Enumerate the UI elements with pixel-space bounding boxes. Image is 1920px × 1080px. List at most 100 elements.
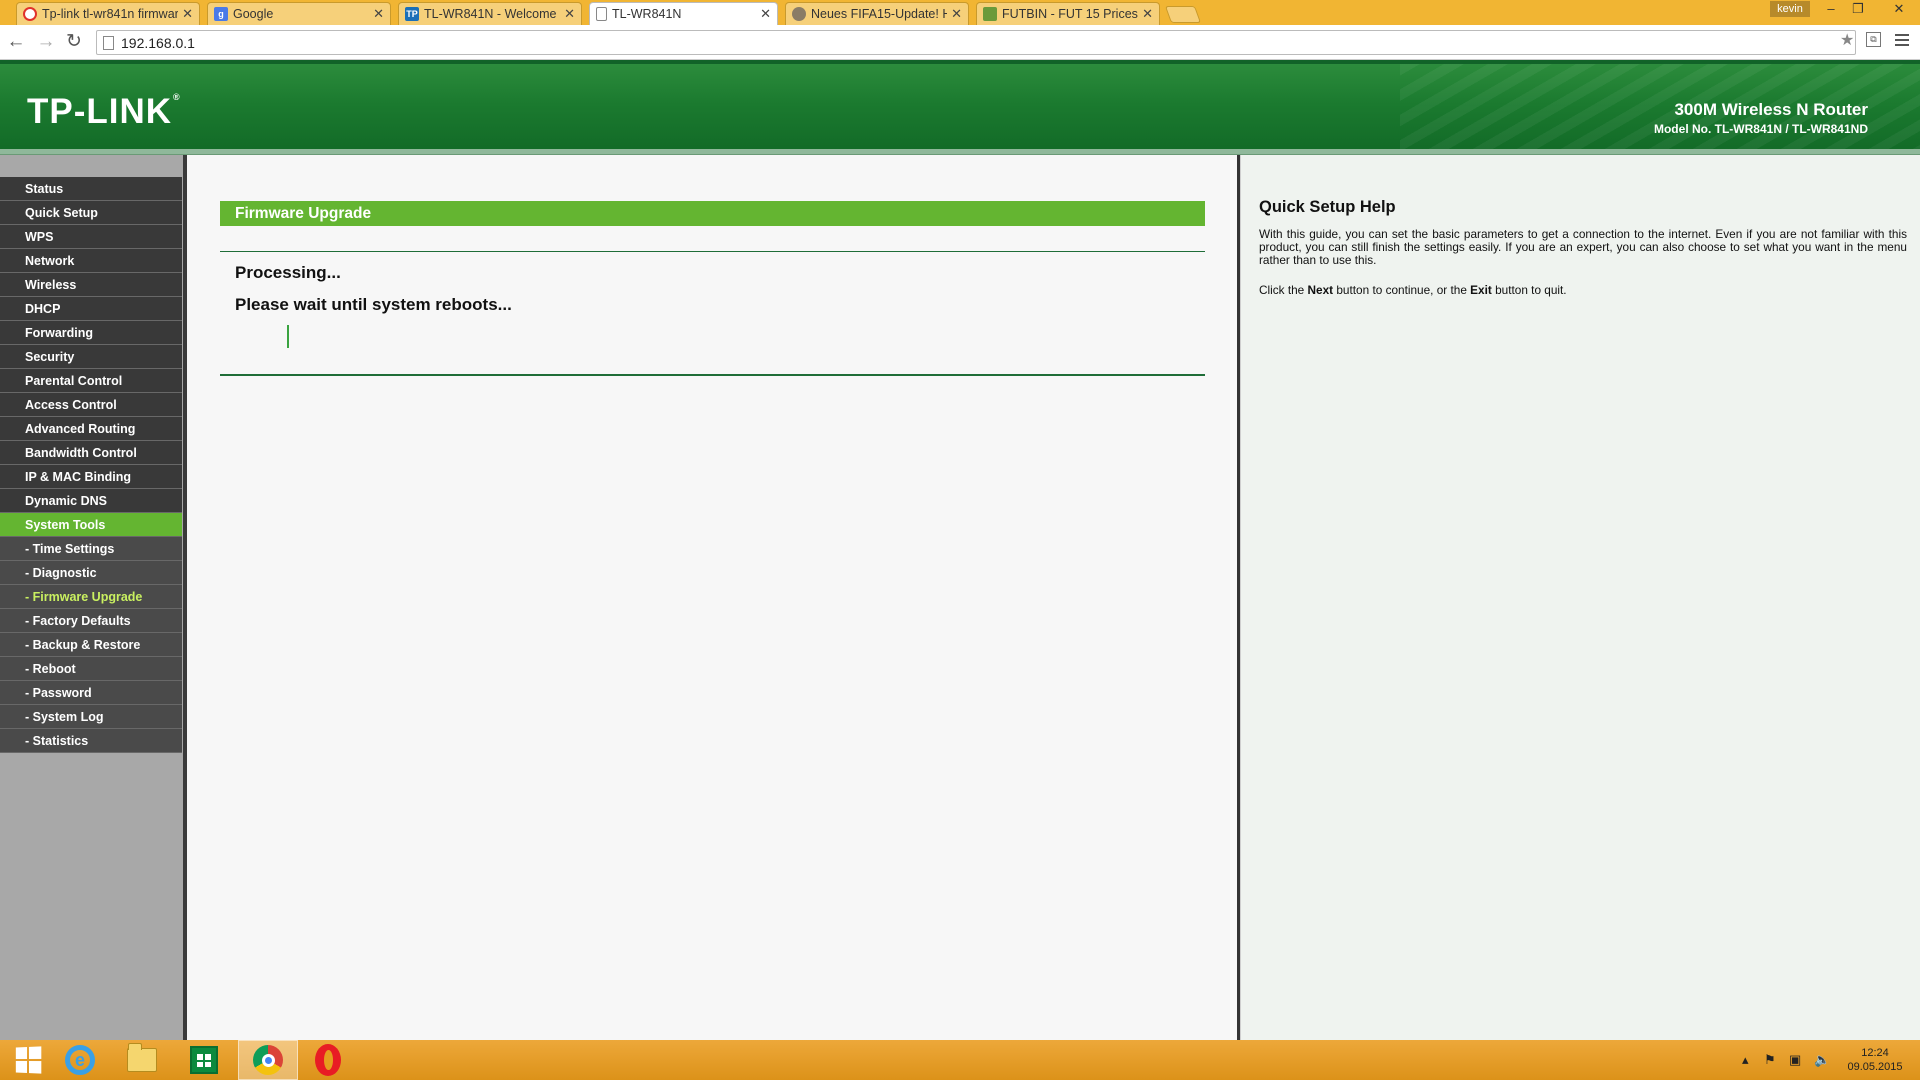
volume-icon[interactable]: 🔈 xyxy=(1814,1040,1830,1080)
help-title: Quick Setup Help xyxy=(1259,198,1396,216)
next-keyword: Next xyxy=(1307,283,1334,297)
tab-fifa-update[interactable]: Neues FIFA15-Update! He ✕ xyxy=(785,2,969,25)
close-tab-icon[interactable]: ✕ xyxy=(182,6,193,22)
router-header: TP-LINK® 300M Wireless N Router Model No… xyxy=(0,60,1920,157)
restore-button[interactable]: ❐ xyxy=(1845,0,1871,18)
main-menu: Status Quick Setup WPS Network Wireless DHCP F… xyxy=(0,177,182,753)
tab-google[interactable]: g Google ✕ xyxy=(207,2,391,25)
tab-tplink-welcome[interactable]: TP TL-WR841N - Welcome to ✕ xyxy=(398,2,582,25)
menu-item-forwarding[interactable]: Forwarding xyxy=(0,321,182,345)
menu-item-statistics[interactable]: - Statistics xyxy=(0,729,182,753)
reload-button[interactable]: ↻ xyxy=(63,31,85,53)
chrome-icon xyxy=(253,1045,283,1075)
divider xyxy=(220,374,1205,376)
menu-item-bandwidth-control[interactable]: Bandwidth Control xyxy=(0,441,182,465)
exit-keyword: Exit xyxy=(1470,283,1492,297)
globe-icon xyxy=(792,7,806,21)
upgrade-progress-bar xyxy=(287,325,289,348)
close-tab-icon[interactable]: ✕ xyxy=(951,6,962,22)
clock-date: 09.05.2015 xyxy=(1847,1061,1903,1073)
product-name: 300M Wireless N Router xyxy=(1674,100,1868,119)
tplink-logo: TP-LINK® xyxy=(27,92,181,131)
model-number: Model No. TL-WR841N / TL-WR841ND xyxy=(1653,122,1868,136)
menu-item-quick-setup[interactable]: Quick Setup xyxy=(0,201,182,225)
help-panel: Quick Setup Help With this guide, you ca… xyxy=(1240,155,1920,1040)
help-instructions: Click the Next button to continue, or th… xyxy=(1259,283,1567,297)
tab-title: TL-WR841N xyxy=(612,7,682,21)
close-tab-icon[interactable]: ✕ xyxy=(1142,6,1153,22)
network-icon[interactable]: ▣ xyxy=(1789,1040,1801,1080)
menu-item-wps[interactable]: WPS xyxy=(0,225,182,249)
bookmark-star-icon[interactable]: ★ xyxy=(1840,30,1854,50)
menu-item-password[interactable]: - Password xyxy=(0,681,182,705)
address-bar[interactable]: 192.168.0.1 xyxy=(96,30,1856,55)
folder-icon xyxy=(127,1043,157,1072)
action-center-flag-icon[interactable]: ⚑ xyxy=(1764,1040,1776,1080)
opera-button[interactable] xyxy=(300,1040,356,1080)
menu-item-diagnostic[interactable]: - Diagnostic xyxy=(0,561,182,585)
menu-item-access-control[interactable]: Access Control xyxy=(0,393,182,417)
tab-title: Tp-link tl-wr841n firmware xyxy=(42,7,179,21)
page-icon xyxy=(596,7,607,21)
windows-store-button[interactable] xyxy=(176,1040,232,1080)
url-text[interactable]: 192.168.0.1 xyxy=(121,35,195,51)
tab-title: FUTBIN - FUT 15 Prices | F xyxy=(1002,7,1138,21)
menu-item-wireless[interactable]: Wireless xyxy=(0,273,182,297)
minimize-button[interactable]: – xyxy=(1818,0,1844,18)
tab-title: Google xyxy=(233,7,274,21)
menu-item-status[interactable]: Status xyxy=(0,177,182,201)
tab-title: TL-WR841N - Welcome to xyxy=(424,7,561,21)
google-icon: g xyxy=(214,7,228,21)
new-tab-button[interactable] xyxy=(1164,6,1202,23)
menu-item-time-settings[interactable]: - Time Settings xyxy=(0,537,182,561)
windows-logo-icon xyxy=(15,1046,42,1074)
opera-icon xyxy=(315,1044,341,1076)
internet-explorer-icon: e xyxy=(65,1045,95,1075)
back-button[interactable]: ← xyxy=(5,31,27,53)
tplink-icon: TP xyxy=(405,7,419,21)
menu-item-dynamic-dns[interactable]: Dynamic DNS xyxy=(0,489,182,513)
close-tab-icon[interactable]: ✕ xyxy=(760,6,771,22)
main-content: Firmware Upgrade Processing... Please wa… xyxy=(187,155,1240,1040)
close-tab-icon[interactable]: ✕ xyxy=(373,6,384,22)
menu-item-security[interactable]: Security xyxy=(0,345,182,369)
menu-item-backup-and-restore[interactable]: - Backup & Restore xyxy=(0,633,182,657)
menu-item-factory-defaults[interactable]: - Factory Defaults xyxy=(0,609,182,633)
chrome-button[interactable] xyxy=(238,1040,298,1080)
opera-icon xyxy=(23,7,37,21)
menu-item-ip-and-mac-binding[interactable]: IP & MAC Binding xyxy=(0,465,182,489)
menu-item-dhcp[interactable]: DHCP xyxy=(0,297,182,321)
browser-tab-strip: Tp-link tl-wr841n firmware ✕ g Google ✕ … xyxy=(0,0,1920,25)
menu-item-system-log[interactable]: - System Log xyxy=(0,705,182,729)
chrome-menu-icon[interactable] xyxy=(1895,34,1909,49)
menu-item-system-tools[interactable]: System Tools xyxy=(0,513,182,537)
close-tab-icon[interactable]: ✕ xyxy=(564,6,575,22)
tab-tl-wr841n[interactable]: TL-WR841N ✕ xyxy=(589,2,778,25)
browser-toolbar: ← → ↻ 192.168.0.1 ★ ⧉ xyxy=(0,25,1920,60)
reboot-wait-message: Please wait until system reboots... xyxy=(235,295,512,314)
show-hidden-icons[interactable]: ▴ xyxy=(1742,1040,1749,1080)
store-icon xyxy=(190,1046,218,1074)
windows-taskbar: e ▴ ⚑ ▣ 🔈 12:24 09.05.2015 xyxy=(0,1040,1920,1080)
profile-badge[interactable]: kevin xyxy=(1770,1,1810,17)
menu-item-parental-control[interactable]: Parental Control xyxy=(0,369,182,393)
menu-item-advanced-routing[interactable]: Advanced Routing xyxy=(0,417,182,441)
futbin-icon xyxy=(983,7,997,21)
menu-item-firmware-upgrade[interactable]: - Firmware Upgrade xyxy=(0,585,182,609)
menu-item-network[interactable]: Network xyxy=(0,249,182,273)
clock-time: 12:24 xyxy=(1861,1047,1889,1059)
tab-futbin[interactable]: FUTBIN - FUT 15 Prices | F ✕ xyxy=(976,2,1160,25)
extension-icon[interactable]: ⧉ xyxy=(1866,32,1881,47)
close-window-button[interactable]: ✕ xyxy=(1884,0,1914,18)
start-button[interactable] xyxy=(0,1040,56,1080)
internet-explorer-button[interactable]: e xyxy=(52,1040,108,1080)
forward-button[interactable]: → xyxy=(35,31,57,53)
left-navigation-panel: Status Quick Setup WPS Network Wireless DHCP F… xyxy=(0,155,187,1040)
page-icon xyxy=(103,36,114,50)
tab-tplink-firmware[interactable]: Tp-link tl-wr841n firmware ✕ xyxy=(16,2,200,25)
section-title: Firmware Upgrade xyxy=(220,201,1205,226)
divider xyxy=(220,251,1205,252)
menu-item-reboot[interactable]: - Reboot xyxy=(0,657,182,681)
system-clock[interactable]: 12:24 09.05.2015 xyxy=(1840,1046,1910,1074)
file-explorer-button[interactable] xyxy=(114,1040,170,1080)
